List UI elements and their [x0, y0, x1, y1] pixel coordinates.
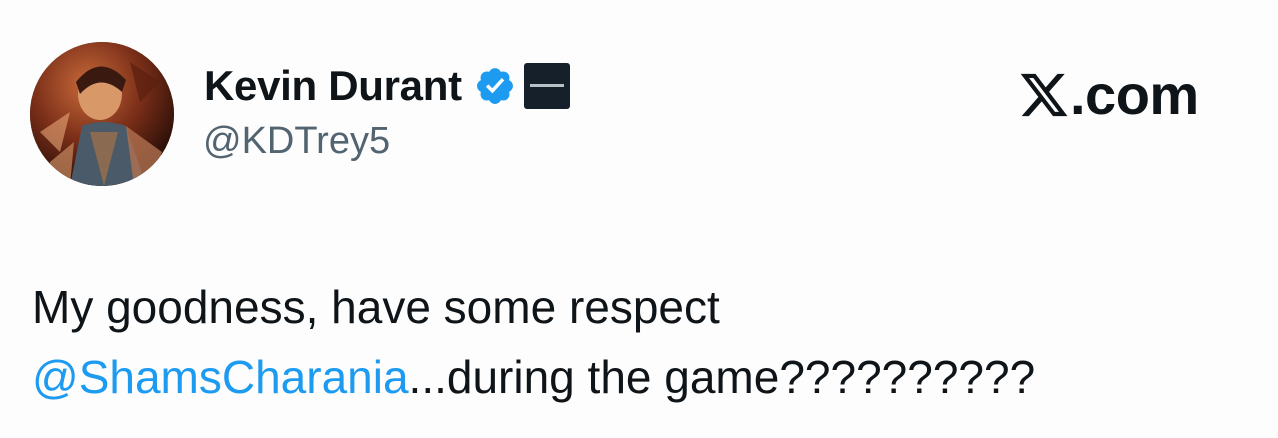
avatar[interactable]: [30, 42, 174, 186]
mention-link[interactable]: @ShamsCharania: [32, 351, 409, 403]
display-name[interactable]: Kevin Durant: [204, 62, 462, 110]
x-logo-icon: [1018, 69, 1070, 121]
verified-badge-icon[interactable]: [474, 65, 516, 107]
tweet-text: My goodness, have some respect @ShamsCha…: [32, 272, 1035, 412]
avatar-image: [30, 42, 174, 186]
display-name-row: Kevin Durant: [204, 58, 570, 114]
user-handle[interactable]: @KDTrey5: [203, 120, 390, 163]
tweet-line-2-text: ...during the game??????????: [408, 351, 1036, 403]
tweet-card: Kevin Durant @KDTrey5 .com My goodness, …: [0, 0, 1278, 438]
site-domain-text: .com: [1070, 63, 1199, 126]
tweet-line-1: My goodness, have some respect: [32, 281, 720, 333]
affiliate-badge-icon[interactable]: [523, 63, 570, 109]
site-logo: .com: [1018, 62, 1199, 127]
tweet-line-2: @ShamsCharania...during the game????????…: [32, 342, 1035, 412]
